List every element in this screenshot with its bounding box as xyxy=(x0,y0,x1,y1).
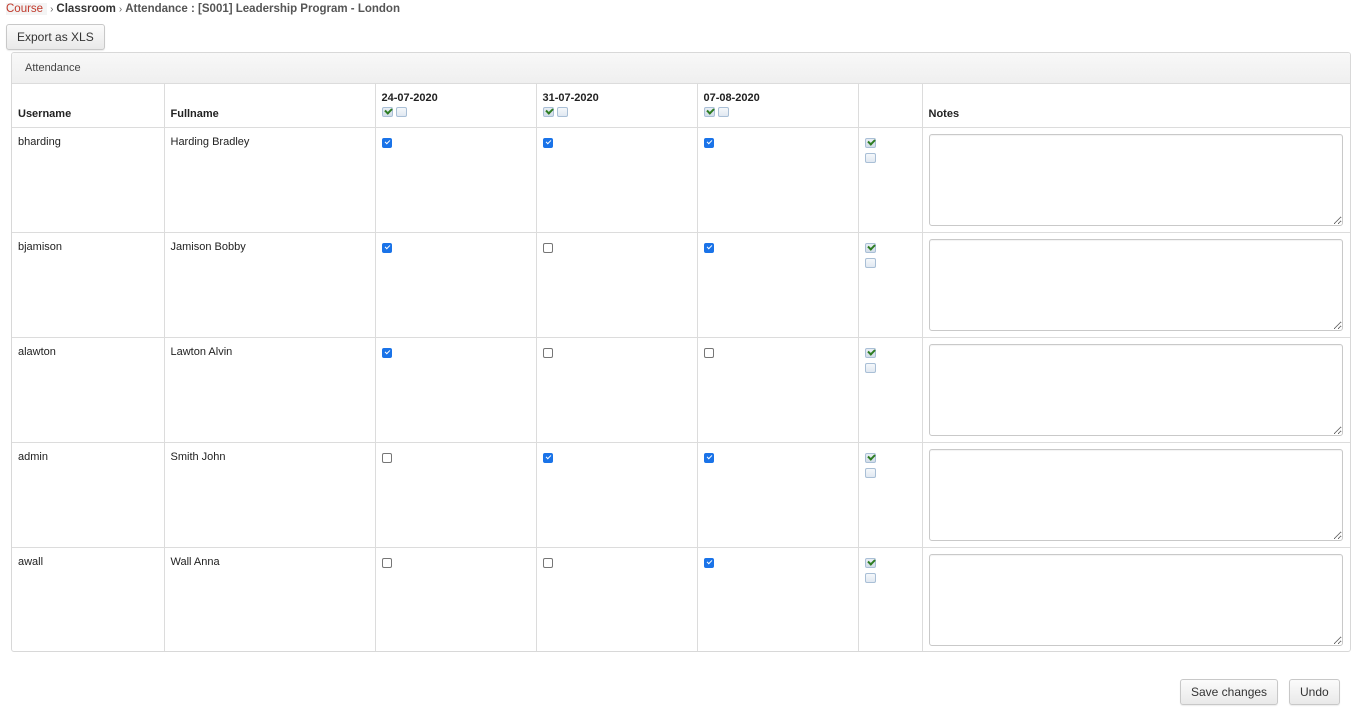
attendance-checkbox-24-07-2020[interactable] xyxy=(381,242,392,253)
header-row-bulk xyxy=(858,84,923,128)
attendance-checkbox-24-07-2020[interactable] xyxy=(381,557,392,568)
undo-button[interactable]: Undo xyxy=(1289,679,1340,705)
check-all-icon[interactable] xyxy=(381,107,393,117)
uncheck-all-icon[interactable] xyxy=(717,107,729,117)
username-cell: awall xyxy=(12,547,165,651)
attendance-checkbox-31-07-2020[interactable] xyxy=(542,557,553,568)
table-row: bharding Harding Bradley xyxy=(12,127,1350,233)
attendance-checkbox-31-07-2020[interactable] xyxy=(542,137,553,148)
row-bulk-cell xyxy=(858,442,923,548)
table-row: alawton Lawton Alvin xyxy=(12,337,1350,443)
fullname-cell: Wall Anna xyxy=(164,547,376,651)
table-row: bjamison Jamison Bobby xyxy=(12,232,1350,338)
check-all-icon[interactable] xyxy=(864,242,876,253)
notes-textarea[interactable] xyxy=(928,343,1343,436)
uncheck-all-icon[interactable] xyxy=(864,257,876,268)
row-bulk-cell xyxy=(858,337,923,443)
notes-textarea[interactable] xyxy=(928,553,1343,646)
username-cell: alawton xyxy=(12,337,165,443)
notes-textarea[interactable] xyxy=(928,238,1343,331)
header-fullname: Fullname xyxy=(164,84,376,128)
check-all-icon[interactable] xyxy=(864,557,876,568)
attendance-checkbox-24-07-2020[interactable] xyxy=(381,347,392,358)
notes-cell xyxy=(922,232,1350,338)
breadcrumb-separator: › xyxy=(50,4,54,15)
attendance-checkbox-31-07-2020[interactable] xyxy=(542,242,553,253)
attendance-checkbox-07-08-2020[interactable] xyxy=(703,557,714,568)
attendance-cell xyxy=(536,127,698,233)
save-changes-button[interactable]: Save changes xyxy=(1180,679,1279,705)
date-label: 31-07-2020 xyxy=(542,92,599,104)
table-row: admin Smith John xyxy=(12,442,1350,548)
attendance-cell xyxy=(375,232,537,338)
header-notes: Notes xyxy=(922,84,1350,128)
uncheck-all-icon[interactable] xyxy=(864,467,876,478)
header-username: Username xyxy=(12,84,165,128)
breadcrumb: Course › Classroom › Attendance : [S001] Lea… xyxy=(6,3,400,15)
username-cell: bjamison xyxy=(12,232,165,338)
date-label: 24-07-2020 xyxy=(381,92,438,104)
username-cell: bharding xyxy=(12,127,165,233)
username-cell: admin xyxy=(12,442,165,548)
header-date-3: 07-08-2020 xyxy=(697,84,859,128)
panel-title: Attendance xyxy=(12,53,1350,84)
attendance-checkbox-07-08-2020[interactable] xyxy=(703,452,714,463)
notes-cell xyxy=(922,547,1350,651)
check-all-icon[interactable] xyxy=(864,347,876,358)
check-all-icon[interactable] xyxy=(864,452,876,463)
uncheck-all-icon[interactable] xyxy=(556,107,568,117)
attendance-panel: Attendance Username Fullname 24-07-2020 xyxy=(11,52,1351,652)
breadcrumb-classroom: Classroom xyxy=(56,3,116,15)
fullname-cell: Jamison Bobby xyxy=(164,232,376,338)
attendance-cell xyxy=(697,232,859,338)
uncheck-all-icon[interactable] xyxy=(864,362,876,373)
header-date-2: 31-07-2020 xyxy=(536,84,698,128)
attendance-cell xyxy=(697,127,859,233)
attendance-table: Username Fullname 24-07-2020 31-07-2020 xyxy=(12,84,1350,651)
attendance-cell xyxy=(536,547,698,651)
notes-textarea[interactable] xyxy=(928,133,1343,226)
attendance-cell xyxy=(375,337,537,443)
header-date-1: 24-07-2020 xyxy=(375,84,537,128)
fullname-cell: Harding Bradley xyxy=(164,127,376,233)
attendance-cell xyxy=(697,442,859,548)
attendance-checkbox-07-08-2020[interactable] xyxy=(703,242,714,253)
attendance-checkbox-07-08-2020[interactable] xyxy=(703,347,714,358)
attendance-cell xyxy=(536,337,698,443)
row-bulk-cell xyxy=(858,127,923,233)
date-label: 07-08-2020 xyxy=(703,92,760,104)
check-all-icon[interactable] xyxy=(542,107,554,117)
breadcrumb-current: Attendance : [S001] Leadership Program -… xyxy=(125,3,400,15)
fullname-cell: Lawton Alvin xyxy=(164,337,376,443)
attendance-cell xyxy=(375,442,537,548)
notes-cell xyxy=(922,127,1350,233)
check-all-icon[interactable] xyxy=(864,137,876,148)
notes-cell xyxy=(922,442,1350,548)
fullname-cell: Smith John xyxy=(164,442,376,548)
breadcrumb-separator: › xyxy=(118,4,123,15)
check-all-icon[interactable] xyxy=(703,107,715,117)
attendance-cell xyxy=(375,547,537,651)
attendance-cell xyxy=(375,127,537,233)
breadcrumb-course-link[interactable]: Course xyxy=(6,3,48,15)
row-bulk-cell xyxy=(858,232,923,338)
table-row: awall Wall Anna xyxy=(12,547,1350,651)
row-bulk-cell xyxy=(858,547,923,651)
attendance-cell xyxy=(536,232,698,338)
attendance-cell xyxy=(697,337,859,443)
attendance-checkbox-07-08-2020[interactable] xyxy=(703,137,714,148)
attendance-checkbox-24-07-2020[interactable] xyxy=(381,137,392,148)
attendance-checkbox-31-07-2020[interactable] xyxy=(542,452,553,463)
attendance-cell xyxy=(697,547,859,651)
attendance-cell xyxy=(536,442,698,548)
notes-textarea[interactable] xyxy=(928,448,1343,541)
uncheck-all-icon[interactable] xyxy=(395,107,407,117)
uncheck-all-icon[interactable] xyxy=(864,572,876,583)
attendance-checkbox-31-07-2020[interactable] xyxy=(542,347,553,358)
uncheck-all-icon[interactable] xyxy=(864,152,876,163)
table-header-row: Username Fullname 24-07-2020 31-07-2020 xyxy=(12,84,1350,128)
export-xls-button[interactable]: Export as XLS xyxy=(6,24,105,50)
notes-cell xyxy=(922,337,1350,443)
attendance-checkbox-24-07-2020[interactable] xyxy=(381,452,392,463)
